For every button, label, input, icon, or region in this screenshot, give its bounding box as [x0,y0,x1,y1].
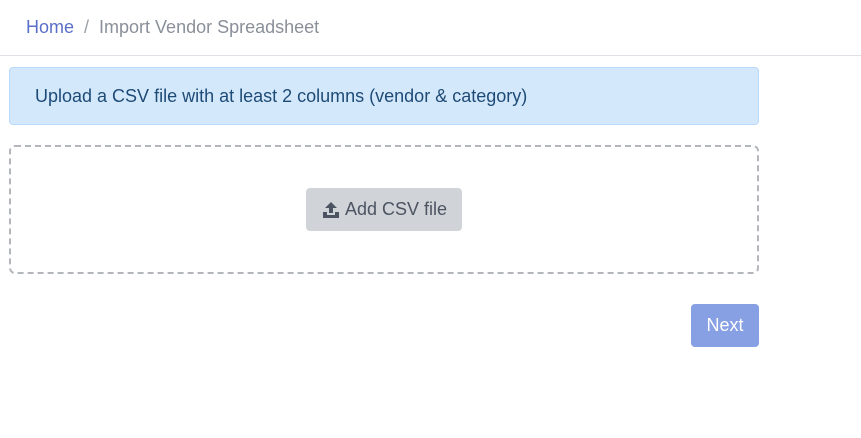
breadcrumb-home-link[interactable]: Home [26,17,74,38]
csv-dropzone[interactable]: Add CSV file [9,145,759,274]
next-button[interactable]: Next [691,304,759,347]
add-csv-file-label: Add CSV file [344,199,448,219]
breadcrumb: Home / Import Vendor Spreadsheet [0,0,861,56]
info-alert: Upload a CSV file with at least 2 column… [9,67,759,125]
add-csv-file-button[interactable]: Add CSV file [305,188,463,231]
breadcrumb-separator: / [84,17,90,37]
breadcrumb-current-page: Import Vendor Spreadsheet [99,17,320,37]
upload-icon [322,201,340,219]
info-alert-message: Upload a CSV file with at least 2 column… [35,85,528,106]
